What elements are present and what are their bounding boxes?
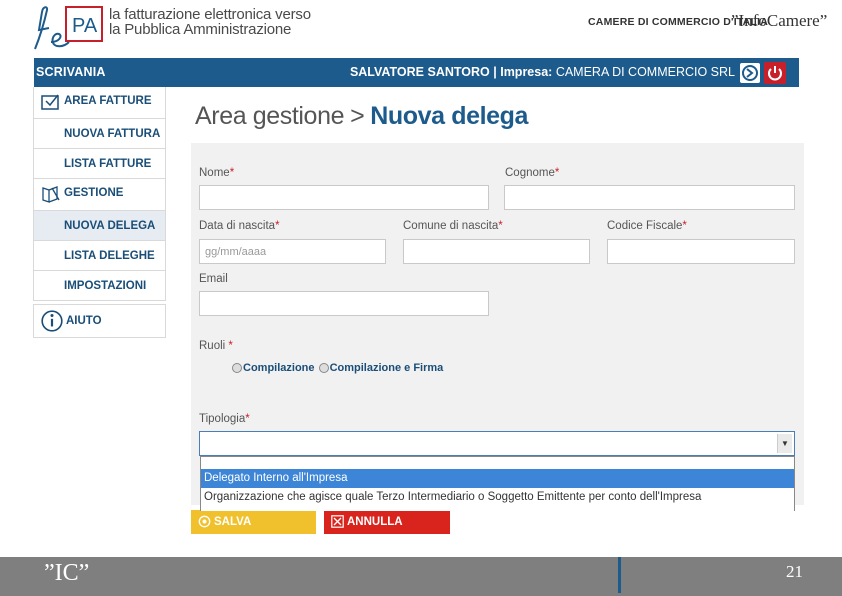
logo-text: PA [72,15,98,37]
brand-logo: ”InfoCamere” [731,11,828,30]
sidebar-item-label: LISTA DELEGHE [64,250,155,262]
breadcrumb-parent[interactable]: Area gestione [195,102,344,130]
sidebar-item-label: NUOVA DELEGA [64,220,156,232]
radio-label: Compilazione [243,362,315,374]
sidebar-section-label: GESTIONE [64,187,124,199]
page-number: 21 [786,562,803,581]
required-marker: * [554,167,560,179]
logo-tagline: la fatturazione elettronica verso la Pub… [109,7,311,37]
impresa-label: | Impresa: [493,65,553,79]
sidebar-item-lista-deleghe[interactable]: LISTA DELEGHE [33,241,166,271]
invoice-area-icon [41,94,59,110]
save-circle-icon [198,515,211,528]
user-name: SALVATORE SANTORO [349,65,490,79]
power-logout-icon[interactable] [764,62,786,84]
delega-form: Nome* Cognome* Data di nascita* Comune d… [191,143,804,505]
ruoli-label: Ruoli * [199,340,233,352]
ruoli-label-text: Ruoli [199,340,226,352]
required-marker: * [682,220,687,232]
sidebar-item-nuova-delega[interactable]: NUOVA DELEGA [33,211,166,241]
dropdown-option-delegato-interno[interactable]: Delegato Interno all'Impresa [201,469,794,488]
required-marker: * [498,220,503,232]
email-label: Email [199,273,228,285]
cancel-button-label: ANNULLA [347,516,403,528]
sidebar-section-label: AREA FATTURE [64,95,152,107]
cognome-field[interactable] [504,185,795,210]
email-field[interactable] [199,291,489,316]
radio-label: Compilazione e Firma [329,362,444,374]
sidebar-item-lista-fatture[interactable]: LISTA FATTURE [33,149,166,179]
dropdown-blank-option[interactable] [201,457,794,469]
comune-nascita-label-text: Comune di nascita [403,220,499,232]
tipologia-label-text: Tipologia [199,413,246,425]
sidebar-item-label: NUOVA FATTURA [64,128,161,140]
comune-nascita-label: Comune di nascita* [403,220,503,232]
nome-label-text: Nome [199,167,230,179]
required-marker: * [229,167,235,179]
sidebar-item-nuova-fattura[interactable]: NUOVA FATTURA [33,119,166,149]
tipologia-dropdown-list: Delegato Interno all'Impresa Organizzazi… [200,456,795,511]
sidebar-item-label: IMPOSTAZIONI [64,280,147,292]
tipologia-select[interactable]: ▼ [199,431,795,456]
scrivania-title[interactable]: SCRIVANIA [36,65,106,79]
close-icon [331,515,344,528]
sidebar-item-impostazioni[interactable]: IMPOSTAZIONI [33,271,166,301]
cognome-label: Cognome* [505,167,559,179]
nome-label: Nome* [199,167,234,179]
user-info: SALVATORE SANTORO | Impresa: CAMERA DI C… [350,65,735,79]
data-nascita-field[interactable] [199,239,386,264]
breadcrumb: Area gestione > Nuova delega [195,102,528,131]
sidebar-section-area-fatture[interactable]: AREA FATTURE [33,87,166,119]
dropdown-option-organizzazione[interactable]: Organizzazione che agisce quale Terzo In… [201,488,794,507]
codice-fiscale-label: Codice Fiscale* [607,220,687,232]
radio-button[interactable] [318,363,329,373]
required-marker: * [245,413,250,425]
data-nascita-label: Data di nascita* [199,220,280,232]
top-bar: SCRIVANIA SALVATORE SANTORO | Impresa: C… [34,58,799,87]
codice-fiscale-field[interactable] [607,239,795,264]
radio-compilazione[interactable]: Compilazione [232,362,315,374]
nome-field[interactable] [199,185,489,210]
save-button-label: SALVA [214,516,252,528]
tipologia-label: Tipologia* [199,413,250,425]
comune-nascita-field[interactable] [403,239,590,264]
breadcrumb-separator: > [350,102,365,130]
footer-mark: ”IC” [44,560,90,586]
footer-divider [618,557,621,593]
switch-company-icon[interactable] [740,63,760,83]
cancel-button[interactable]: ANNULLA [324,510,450,534]
radio-button[interactable] [232,363,242,373]
fe-pa-logo-icon: PA [34,6,103,50]
required-marker: * [275,220,280,232]
management-icon [42,186,60,203]
save-button[interactable]: SALVA [191,510,316,534]
page-title: Nuova delega [370,102,529,130]
radio-compilazione-e-firma[interactable]: Compilazione e Firma [318,362,444,374]
cognome-label-text: Cognome [505,167,555,179]
sidebar-section-gestione[interactable]: GESTIONE [33,179,166,211]
info-icon [41,310,63,332]
sidebar-item-label: LISTA FATTURE [64,158,152,170]
impresa-value: CAMERA DI COMMERCIO SRL [555,65,735,79]
required-marker: * [228,340,233,352]
sidebar-section-label: AIUTO [66,315,102,327]
tagline-line-1: la fatturazione elettronica verso [109,6,311,23]
sidebar: AREA FATTURE NUOVA FATTURA LISTA FATTURE… [33,87,166,338]
app-header: PA la fatturazione elettronica verso la … [0,0,842,56]
codice-fiscale-label-text: Codice Fiscale [607,220,683,232]
sidebar-section-aiuto[interactable]: AIUTO [33,304,166,338]
slide-footer: ”IC” 21 [0,557,842,596]
data-nascita-label-text: Data di nascita [199,220,276,232]
chevron-down-icon[interactable]: ▼ [777,434,792,453]
tagline-line-2: la Pubblica Amministrazione [109,21,292,38]
ruoli-radio-group: Compilazione Compilazione e Firma [232,362,444,376]
